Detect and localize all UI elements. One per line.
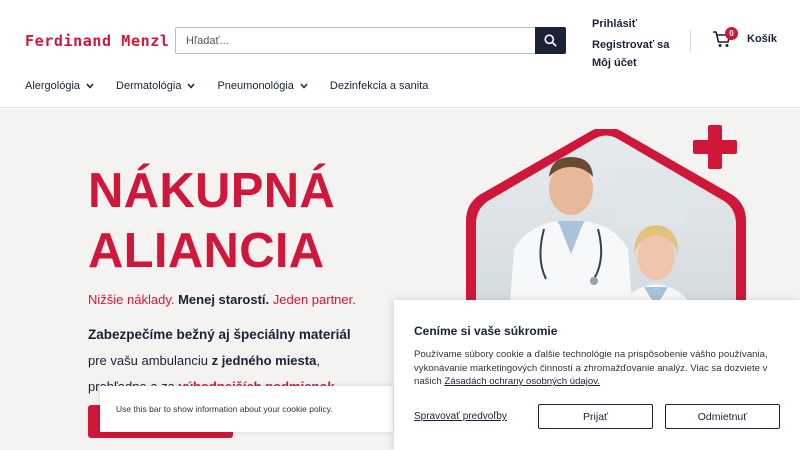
chevron-down-icon <box>300 83 308 89</box>
privacy-policy-link[interactable]: Zásadách ochrany osobných údajov. <box>444 376 600 387</box>
search-input[interactable] <box>176 28 535 53</box>
cookie-info-bar: Use this bar to show information about y… <box>100 386 393 432</box>
nav-item-label: Alergológia <box>25 80 81 92</box>
nav-item-alergologia[interactable]: Alergológia <box>25 80 94 92</box>
header-divider <box>690 30 691 52</box>
cart-label: Košík <box>747 33 777 45</box>
hero-tagline: Nižšie náklady. Menej starostí. Jeden pa… <box>88 292 356 307</box>
nav-item-pneumonologia[interactable]: Pneumonológia <box>217 80 308 92</box>
accept-button[interactable]: Prijať <box>538 404 653 429</box>
tagline-part-2: Menej starostí. <box>178 292 270 307</box>
nav-item-label: Pneumonológia <box>217 80 294 92</box>
tagline-part-3: Jeden partner. <box>272 292 356 307</box>
hero-headline: NÁKUPNÁ ALIANCIA <box>88 161 335 281</box>
site-logo[interactable]: Ferdinand Menzl <box>25 32 169 50</box>
search-bar <box>175 27 566 54</box>
reject-button[interactable]: Odmietnuť <box>665 404 780 429</box>
site-header: Ferdinand Menzl Prihlásiť Registrovať sa… <box>0 0 800 108</box>
nav-item-label: Dermatológia <box>116 80 182 92</box>
cart-count-badge: 0 <box>725 27 738 40</box>
cookie-consent-panel: Ceníme si vaše súkromie Používame súbory… <box>394 300 800 450</box>
my-account-link[interactable]: Môj účet <box>592 54 669 72</box>
cookie-bar-text: Use this bar to show information about y… <box>116 404 333 414</box>
nav-item-dermatologia[interactable]: Dermatológia <box>116 80 196 92</box>
consent-actions: Spravovať predvoľby Prijať Odmietnuť <box>414 404 780 429</box>
register-link[interactable]: Registrovať sa <box>592 36 669 54</box>
search-icon <box>544 34 557 47</box>
chevron-down-icon <box>187 83 196 89</box>
medical-cross-icon <box>693 125 737 169</box>
nav-item-dezinfekcia[interactable]: Dezinfekcia a sanita <box>330 80 428 92</box>
chevron-down-icon <box>86 83 94 89</box>
copy-line-1: Zabezpečíme bežný aj špeciálny materiál <box>88 327 351 342</box>
tagline-part-1: Nižšie náklady. <box>88 292 175 307</box>
manage-preferences-link[interactable]: Spravovať predvoľby <box>414 411 526 422</box>
cart-button[interactable]: 0 Košík <box>712 27 777 48</box>
headline-line-1: NÁKUPNÁ <box>88 164 336 218</box>
main-nav: Alergológia Dermatológia Pneumonológia D… <box>25 80 450 92</box>
account-links: Prihlásiť Registrovať sa Môj účet <box>592 15 669 72</box>
search-button[interactable] <box>535 27 566 54</box>
copy-line-2: pre vašu ambulanciu z jedného miesta, <box>88 353 320 368</box>
login-link[interactable]: Prihlásiť <box>592 15 669 33</box>
consent-text: Používame súbory cookie a ďalšie technol… <box>414 349 768 387</box>
consent-title: Ceníme si vaše súkromie <box>414 324 558 338</box>
headline-line-2: ALIANCIA <box>88 224 325 278</box>
nav-item-label: Dezinfekcia a sanita <box>329 80 429 92</box>
